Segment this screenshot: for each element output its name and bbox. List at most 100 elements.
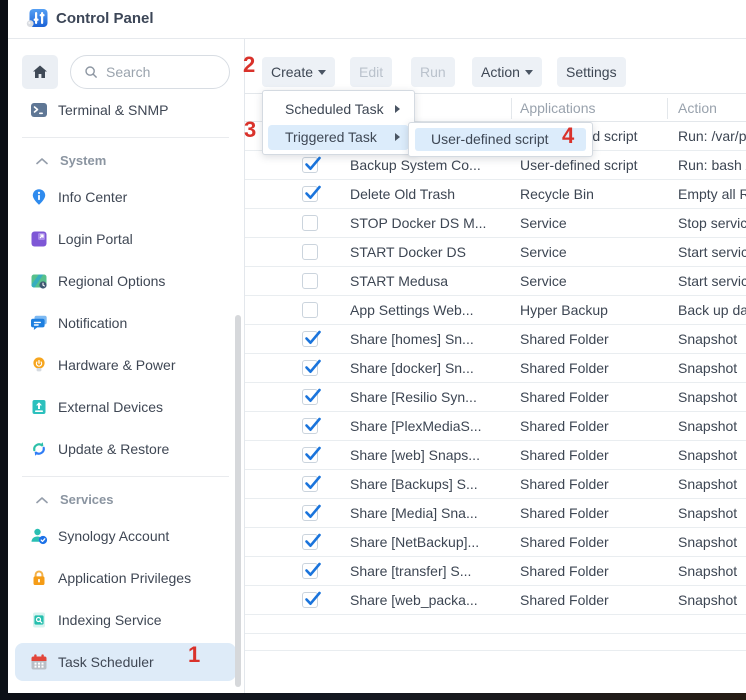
sidebar-item-label: Terminal & SNMP	[58, 102, 168, 118]
application-cell: Shared Folder	[520, 325, 670, 353]
row-checkbox[interactable]	[302, 215, 318, 231]
sidebar-item-update-restore[interactable]: Update & Restore	[15, 434, 236, 464]
search-icon	[83, 64, 99, 80]
action-cell: Empty all R	[678, 180, 746, 208]
task-name-cell: START Docker DS	[350, 238, 512, 266]
table-row[interactable]: Share [homes] Sn...Shared FolderSnapshot	[245, 325, 746, 354]
task-name-cell: Delete Old Trash	[350, 180, 512, 208]
create-button[interactable]: Create	[262, 57, 335, 87]
row-checkbox[interactable]	[302, 273, 318, 289]
sidebar-item-login-portal[interactable]: Login Portal	[15, 224, 236, 254]
column-header-applications[interactable]: Applications	[520, 94, 596, 122]
row-checkbox[interactable]	[302, 360, 318, 376]
application-cell: Shared Folder	[520, 470, 670, 498]
action-cell: Snapshot	[678, 470, 737, 498]
action-cell: Snapshot	[678, 412, 737, 440]
home-button[interactable]	[22, 55, 58, 89]
sidebar-divider	[22, 476, 229, 477]
sidebar-section-services[interactable]: Services	[15, 487, 236, 511]
update-restore-icon	[30, 440, 48, 458]
search-input[interactable]	[106, 64, 219, 80]
row-checkbox[interactable]	[302, 447, 318, 463]
application-cell: Service	[520, 238, 670, 266]
table-row[interactable]: Share [Backups] S...Shared FolderSnapsho…	[245, 470, 746, 499]
login-portal-icon	[30, 230, 48, 248]
settings-button[interactable]: Settings	[557, 57, 626, 87]
notification-icon	[30, 314, 48, 332]
action-cell: Run: /var/p	[678, 122, 746, 150]
terminal-icon	[30, 101, 48, 119]
row-checkbox[interactable]	[302, 302, 318, 318]
search-box[interactable]	[70, 55, 230, 89]
table-row[interactable]: App Settings Web...Hyper BackupBack up d…	[245, 296, 746, 325]
run-button[interactable]: Run	[411, 57, 455, 87]
action-cell: Snapshot	[678, 383, 737, 411]
sidebar-item-synology-account[interactable]: Synology Account	[15, 521, 236, 551]
row-checkbox[interactable]	[302, 505, 318, 521]
menu-item-scheduled-task[interactable]: Scheduled Task	[263, 95, 414, 124]
table-row[interactable]: Share [PlexMediaS...Shared FolderSnapsho…	[245, 412, 746, 441]
row-checkbox[interactable]	[302, 389, 318, 405]
hardware-power-icon	[30, 356, 48, 374]
sidebar-item-application-privileges[interactable]: Application Privileges	[15, 563, 236, 593]
table-footer-divider	[245, 633, 746, 634]
sidebar-item-label: Regional Options	[58, 273, 165, 289]
sidebar-item-indexing-service[interactable]: Indexing Service	[15, 605, 236, 635]
action-cell: Back up da	[678, 296, 746, 324]
action-cell: Snapshot	[678, 499, 737, 527]
action-cell: Start servic	[678, 238, 746, 266]
task-name-cell: STOP Docker DS M...	[350, 209, 512, 237]
table-row[interactable]: Share [NetBackup]...Shared FolderSnapsho…	[245, 528, 746, 557]
table-row[interactable]: Share [transfer] S...Shared FolderSnapsh…	[245, 557, 746, 586]
sidebar-item-hardware-power[interactable]: Hardware & Power	[15, 350, 236, 380]
menu-item-triggered-task[interactable]: Triggered Task	[268, 125, 409, 150]
sidebar-item-task-scheduler[interactable]: Task Scheduler	[15, 643, 236, 681]
sidebar-section-system[interactable]: System	[15, 148, 236, 172]
application-cell: Shared Folder	[520, 586, 670, 614]
task-name-cell: Share [transfer] S...	[350, 557, 512, 585]
sidebar-item-info-center[interactable]: Info Center	[15, 182, 236, 212]
action-cell: Run: bash /	[678, 151, 746, 179]
table-row[interactable]: Share [Media] Sna...Shared FolderSnapsho…	[245, 499, 746, 528]
edit-button[interactable]: Edit	[350, 57, 392, 87]
row-checkbox[interactable]	[302, 563, 318, 579]
table-row[interactable]: START MedusaServiceStart servic	[245, 267, 746, 296]
column-separator	[667, 98, 668, 119]
table-row[interactable]: Delete Old Trash Recycle Bin Empty all R	[245, 180, 746, 209]
table-row[interactable]: Share [Resilio Syn...Shared FolderSnapsh…	[245, 383, 746, 412]
row-checkbox[interactable]	[302, 592, 318, 608]
table-row[interactable]: Share [web_packa...Shared FolderSnapshot	[245, 586, 746, 615]
table-row[interactable]: STOP Docker DS M...ServiceStop servic	[245, 209, 746, 238]
row-checkbox[interactable]	[302, 534, 318, 550]
action-cell: Snapshot	[678, 354, 737, 382]
sidebar-item-notification[interactable]: Notification	[15, 308, 236, 338]
annotation-2: 2	[243, 54, 255, 76]
application-cell: Shared Folder	[520, 383, 670, 411]
action-button[interactable]: Action	[472, 57, 542, 87]
row-checkbox[interactable]	[302, 476, 318, 492]
table-row[interactable]: Share [docker] Sn...Shared FolderSnapsho…	[245, 354, 746, 383]
sidebar-item-label: Application Privileges	[58, 570, 191, 586]
sidebar-item-label: Synology Account	[58, 528, 169, 544]
window-titlebar: Control Panel	[8, 0, 746, 39]
table-row[interactable]: START Docker DS Service Start servic	[245, 238, 746, 267]
sidebar-item-terminal-snmp[interactable]: Terminal & SNMP	[15, 95, 236, 125]
application-cell: Hyper Backup	[520, 296, 670, 324]
indexing-service-icon	[30, 611, 48, 629]
column-header-action[interactable]: Action	[678, 94, 717, 122]
row-checkbox[interactable]	[302, 244, 318, 260]
row-checkbox[interactable]	[302, 157, 318, 173]
application-cell: Recycle Bin	[520, 180, 670, 208]
action-cell: Start servic	[678, 267, 746, 295]
row-checkbox[interactable]	[302, 331, 318, 347]
sidebar-item-regional-options[interactable]: Regional Options	[15, 266, 236, 296]
sidebar-item-external-devices[interactable]: External Devices	[15, 392, 236, 422]
task-name-cell: Share [docker] Sn...	[350, 354, 512, 382]
row-checkbox[interactable]	[302, 186, 318, 202]
synology-account-icon	[30, 527, 48, 545]
menu-item-user-defined-script[interactable]: User-defined script	[431, 123, 549, 156]
table-row[interactable]: Share [web] Snaps...Shared FolderSnapsho…	[245, 441, 746, 470]
create-dropdown-menu: Scheduled Task Triggered Task	[262, 90, 415, 155]
sidebar-scrollbar[interactable]	[235, 315, 241, 687]
row-checkbox[interactable]	[302, 418, 318, 434]
